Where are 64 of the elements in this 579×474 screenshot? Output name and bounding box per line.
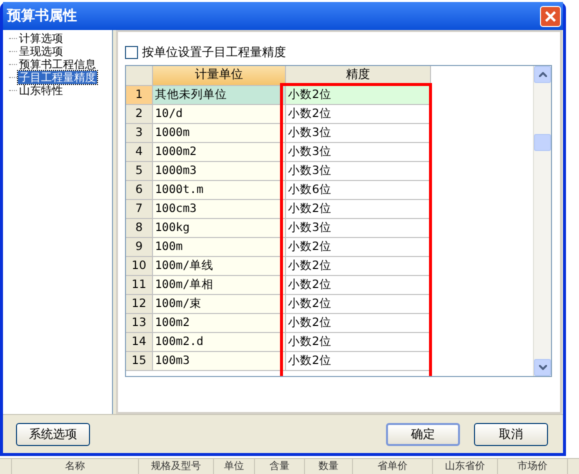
table-cell: 小数2位 <box>286 333 431 352</box>
column-header: 市场价 <box>498 459 568 474</box>
checkbox-label: 按单位设置子目工程量精度 <box>142 44 286 61</box>
row-number[interactable]: 2 <box>126 105 153 124</box>
row-number[interactable]: 9 <box>126 238 153 257</box>
table-cell: 1000t.m <box>153 181 286 200</box>
tree-item[interactable]: 预算书工程信息 <box>18 58 97 71</box>
table-cell: 100cm3 <box>153 200 286 219</box>
tree-item[interactable]: 子目工程量精度 <box>18 71 97 84</box>
tree-item[interactable]: 山东特性 <box>18 84 64 97</box>
table-cell: 10/d <box>153 105 286 124</box>
row-number[interactable]: 3 <box>126 124 153 143</box>
table-cell: 小数2位 <box>286 295 431 314</box>
row-number[interactable]: 8 <box>126 219 153 238</box>
table-cell: 100m2 <box>153 314 286 333</box>
table-cell: 小数2位 <box>286 238 431 257</box>
table-cell: 小数3位 <box>286 162 431 181</box>
table-cell: 其他未列单位 <box>153 86 286 105</box>
row-number[interactable]: 11 <box>126 276 153 295</box>
table-cell: 1000m <box>153 124 286 143</box>
table-cell: 100m2.d <box>153 333 286 352</box>
table-cell: 小数3位 <box>286 219 431 238</box>
table-cell: 小数2位 <box>286 352 431 371</box>
cancel-button[interactable]: 取消 <box>474 422 548 446</box>
tree-item[interactable]: 呈现选项 <box>18 45 64 58</box>
table-cell: 小数2位 <box>286 314 431 333</box>
column-header: 名称 <box>12 459 139 474</box>
table-cell: 100m/单相 <box>153 276 286 295</box>
ok-button[interactable]: 确定 <box>386 422 460 446</box>
system-options-button[interactable]: 系统选项 <box>16 422 90 446</box>
table-cell: 小数2位 <box>286 257 431 276</box>
row-number[interactable]: 13 <box>126 314 153 333</box>
column-header: 数量 <box>305 459 353 474</box>
row-number[interactable]: 6 <box>126 181 153 200</box>
window-title: 预算书属性 <box>7 6 77 26</box>
column-header: 省单价 <box>353 459 433 474</box>
column-header: 含量 <box>255 459 305 474</box>
tree-item[interactable]: 计算选项 <box>18 32 64 45</box>
table-cell: 100m <box>153 238 286 257</box>
column-header: 单位 <box>214 459 255 474</box>
row-number[interactable]: 14 <box>126 333 153 352</box>
table-cell: 小数3位 <box>286 143 431 162</box>
table-cell: 100m/束 <box>153 295 286 314</box>
row-number[interactable]: 7 <box>126 200 153 219</box>
row-number[interactable]: 5 <box>126 162 153 181</box>
row-number[interactable]: 10 <box>126 257 153 276</box>
column-header[interactable]: 计量单位 <box>153 66 286 86</box>
table-cell: 100m3 <box>153 352 286 371</box>
table-cell: 小数2位 <box>286 200 431 219</box>
column-header: 山东省价 <box>433 459 498 474</box>
table-cell: 小数6位 <box>286 181 431 200</box>
row-number[interactable]: 4 <box>126 143 153 162</box>
table-cell: 1000m3 <box>153 162 286 181</box>
table-cell: 1000m2 <box>153 143 286 162</box>
row-number[interactable]: 12 <box>126 295 153 314</box>
table-cell: 100m/单线 <box>153 257 286 276</box>
table-cell: 小数3位 <box>286 124 431 143</box>
table-cell: 小数2位 <box>286 276 431 295</box>
table-cell: 小数2位 <box>286 105 431 124</box>
table-cell: 100kg <box>153 219 286 238</box>
row-number[interactable]: 1 <box>126 86 153 105</box>
table-cell: 小数2位 <box>286 86 431 105</box>
row-number[interactable]: 15 <box>126 352 153 371</box>
column-header: 规格及型号 <box>139 459 214 474</box>
